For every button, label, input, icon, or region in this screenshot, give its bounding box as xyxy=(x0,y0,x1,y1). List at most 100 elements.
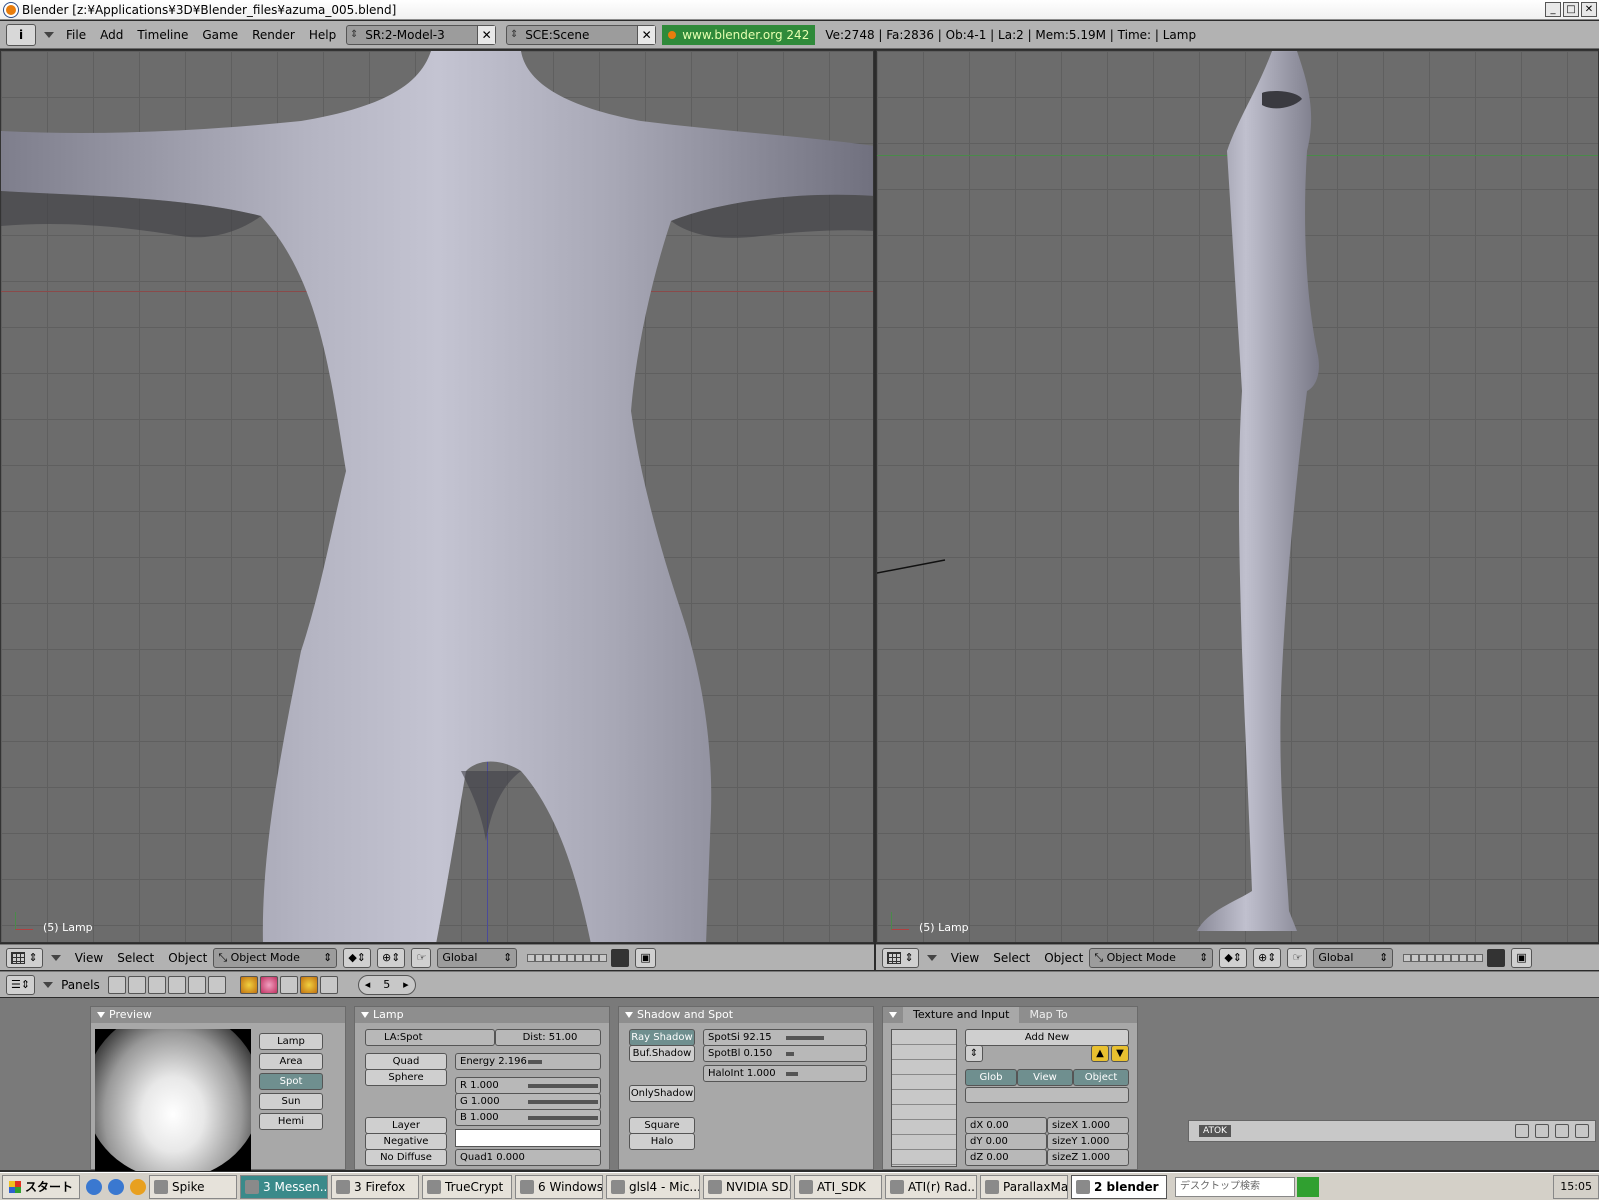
scene-icon[interactable] xyxy=(207,975,226,994)
move-down-icon[interactable]: ▼ xyxy=(1111,1045,1129,1062)
window-type-button[interactable]: ☰⇕ xyxy=(6,974,36,995)
info-window-type-button[interactable]: i xyxy=(6,23,36,46)
task-parallax[interactable]: ParallaxMa... xyxy=(980,1174,1069,1199)
scene-name[interactable]: SCE:Scene xyxy=(521,28,637,42)
ray-shadow-button[interactable]: Ray Shadow xyxy=(629,1029,695,1046)
shading-icon[interactable] xyxy=(147,975,166,994)
coord-glob-button[interactable]: Glob xyxy=(965,1069,1017,1086)
negative-button[interactable]: Negative xyxy=(365,1133,447,1150)
script-icon[interactable] xyxy=(127,975,146,994)
desktop-search-input[interactable]: デスクトップ検索 xyxy=(1175,1176,1296,1197)
menu-timeline[interactable]: Timeline xyxy=(137,28,188,42)
task-nvidia-sdk[interactable]: NVIDIA SD... xyxy=(703,1174,792,1199)
lamp-color-swatch[interactable] xyxy=(455,1129,601,1147)
size-y-field[interactable]: sizeY 1.000 xyxy=(1047,1133,1129,1150)
menu-game[interactable]: Game xyxy=(202,28,238,42)
lamp-type-hemi-button[interactable]: Hemi xyxy=(259,1113,323,1130)
menu-add[interactable]: Add xyxy=(100,28,123,42)
screen-selector[interactable]: ⇕ SR:2-Model-3 ✕ xyxy=(346,24,497,45)
ime-help-icon[interactable] xyxy=(1575,1124,1589,1138)
task-ati-radeon[interactable]: ATI(r) Rad... xyxy=(885,1174,978,1199)
lamp-type-area-button[interactable]: Area xyxy=(259,1053,323,1070)
orientation-selector[interactable]: Global ⇕ xyxy=(437,947,518,968)
lamp-name-field[interactable]: LA:Spot xyxy=(365,1029,495,1046)
add-new-texture-button[interactable]: Add New xyxy=(965,1029,1129,1046)
ime-tool-icon[interactable] xyxy=(1555,1124,1569,1138)
menu-object[interactable]: Object xyxy=(168,951,207,965)
blender-url-link[interactable]: www.blender.org 242 xyxy=(662,24,816,45)
texture-browse-button[interactable]: ⇕ xyxy=(965,1045,983,1062)
clock[interactable]: 15:05 xyxy=(1560,1180,1592,1193)
coord-view-button[interactable]: View xyxy=(1017,1069,1073,1086)
menu-select[interactable]: Select xyxy=(117,951,154,965)
3d-viewport-front[interactable]: (5) Lamp xyxy=(0,50,874,943)
ime-pad-icon[interactable] xyxy=(1535,1124,1549,1138)
start-button[interactable]: スタート xyxy=(2,1174,81,1199)
search-go-icon[interactable] xyxy=(1297,1176,1320,1197)
move-up-icon[interactable]: ▲ xyxy=(1091,1045,1109,1062)
menu-file[interactable]: File xyxy=(66,28,86,42)
manipulator-button[interactable]: ☞ xyxy=(1287,947,1308,968)
window-type-button[interactable]: ⇕ xyxy=(6,947,43,968)
only-shadow-button[interactable]: OnlyShadow xyxy=(629,1085,695,1102)
object-icon[interactable] xyxy=(167,975,186,994)
material-icon[interactable] xyxy=(259,975,278,994)
green-slider[interactable]: G 1.000 xyxy=(455,1093,601,1110)
close-button[interactable]: ✕ xyxy=(1581,2,1597,17)
mode-selector[interactable]: ⤡ Object Mode ⇕ xyxy=(1089,947,1214,968)
pivot-button[interactable]: ⊕⇕ xyxy=(377,947,406,968)
offset-z-field[interactable]: dZ 0.00 xyxy=(965,1149,1047,1166)
editing-icon[interactable] xyxy=(187,975,206,994)
quicklaunch-browser-icon[interactable] xyxy=(108,1178,125,1195)
decrement-arrow-icon[interactable]: ◂ xyxy=(365,978,371,991)
size-z-field[interactable]: sizeZ 1.000 xyxy=(1047,1149,1129,1166)
pivot-button[interactable]: ⊕⇕ xyxy=(1253,947,1282,968)
task-glsl4[interactable]: glsl4 - Mic... xyxy=(606,1174,701,1199)
increment-arrow-icon[interactable]: ▸ xyxy=(403,978,409,991)
quad-button[interactable]: Quad xyxy=(365,1053,447,1070)
lamp-icon[interactable] xyxy=(239,975,258,994)
radiosity-icon[interactable] xyxy=(299,975,318,994)
window-type-button[interactable]: ⇕ xyxy=(882,947,919,968)
texture-channel-list[interactable] xyxy=(891,1029,957,1167)
offset-x-field[interactable]: dX 0.00 xyxy=(965,1117,1047,1134)
collapse-triangle-icon[interactable] xyxy=(43,981,54,988)
menu-view[interactable]: View xyxy=(75,951,103,965)
lamp-dist-field[interactable]: Dist: 51.00 xyxy=(495,1029,601,1046)
quicklaunch-chrome-icon[interactable] xyxy=(130,1178,147,1195)
sphere-button[interactable]: Sphere xyxy=(365,1069,447,1086)
lock-icon[interactable] xyxy=(1487,948,1506,967)
size-x-field[interactable]: sizeX 1.000 xyxy=(1047,1117,1129,1134)
menu-view[interactable]: View xyxy=(951,951,979,965)
menu-render[interactable]: Render xyxy=(252,28,295,42)
coord-object-button[interactable]: Object xyxy=(1073,1069,1129,1086)
offset-y-field[interactable]: dY 0.00 xyxy=(965,1133,1047,1150)
collapse-triangle-icon[interactable] xyxy=(926,954,937,961)
panel-title[interactable]: Preview xyxy=(91,1007,345,1023)
tab-map-to[interactable]: Map To xyxy=(1019,1007,1077,1023)
task-ati-sdk[interactable]: ATI_SDK xyxy=(794,1174,883,1199)
screen-name[interactable]: SR:2-Model-3 xyxy=(361,28,477,42)
square-button[interactable]: Square xyxy=(629,1117,695,1134)
minimize-button[interactable]: _ xyxy=(1545,2,1561,17)
lock-icon[interactable] xyxy=(611,948,630,967)
task-firefox[interactable]: 3 Firefox xyxy=(331,1174,420,1199)
spot-blend-slider[interactable]: SpotBl 0.150 xyxy=(703,1045,867,1062)
collapse-triangle-icon[interactable] xyxy=(50,954,61,961)
texture-icon[interactable] xyxy=(279,975,298,994)
task-spike[interactable]: Spike xyxy=(149,1174,238,1199)
logic-icon[interactable] xyxy=(107,975,126,994)
quicklaunch-ie-icon[interactable] xyxy=(86,1178,103,1195)
blue-slider[interactable]: B 1.000 xyxy=(455,1109,601,1126)
panel-title[interactable]: Lamp xyxy=(355,1007,609,1023)
menu-select[interactable]: Select xyxy=(993,951,1030,965)
no-diffuse-button[interactable]: No Diffuse xyxy=(365,1149,447,1166)
lamp-type-spot-button[interactable]: Spot xyxy=(259,1073,323,1090)
layer-buttons[interactable] xyxy=(527,953,608,962)
body-mesh-front[interactable] xyxy=(1,51,874,943)
draw-type-button[interactable]: ◆⇕ xyxy=(343,947,372,968)
mode-selector[interactable]: ⤡ Object Mode ⇕ xyxy=(213,947,338,968)
energy-slider[interactable]: Energy 2.196 xyxy=(455,1053,601,1070)
frame-field[interactable]: ◂ 5 ▸ xyxy=(357,974,416,995)
halo-intensity-slider[interactable]: HaloInt 1.000 xyxy=(703,1065,867,1082)
